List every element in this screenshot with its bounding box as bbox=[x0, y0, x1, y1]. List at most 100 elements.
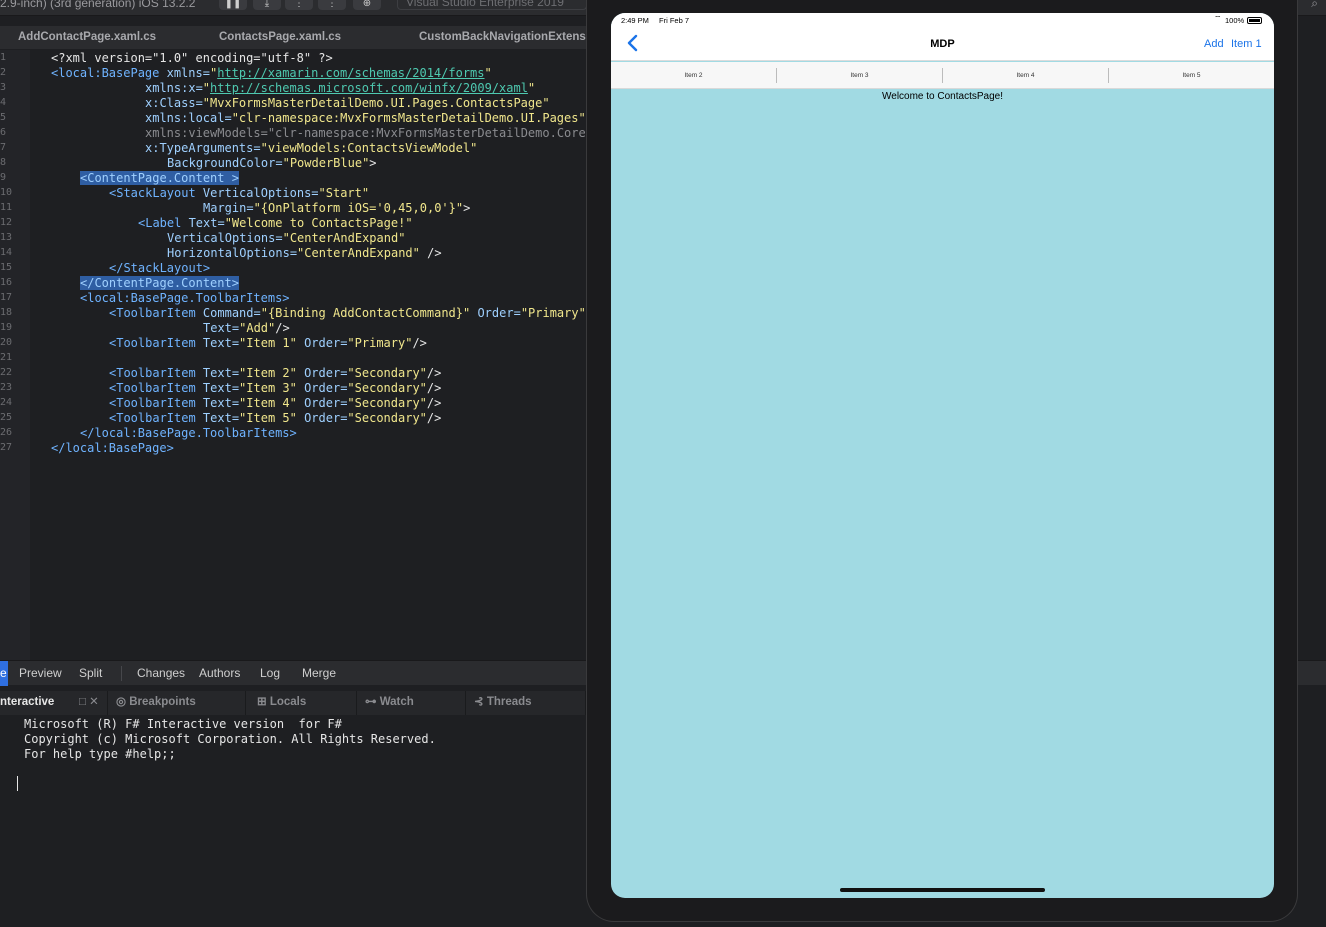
battery-icon bbox=[1247, 17, 1262, 24]
code-line: </StackLayout> bbox=[109, 261, 210, 276]
tab-label: nteractive bbox=[0, 696, 55, 708]
selected-code-text: <ContentPage.Content bbox=[80, 171, 225, 185]
code-text: <?xml version="1.0" encoding="utf-8" ?> bbox=[51, 51, 333, 65]
code-text: "Start" bbox=[318, 186, 370, 200]
code-text: Order= bbox=[296, 411, 348, 425]
code-text: <ToolbarItem bbox=[109, 366, 203, 380]
tab-contactspage[interactable]: ContactsPage.xaml.cs bbox=[201, 26, 341, 49]
toolbar-item-4[interactable]: Item 4 bbox=[943, 62, 1108, 89]
threads-icon: ⊰ bbox=[474, 696, 484, 708]
code-text: <ToolbarItem bbox=[109, 411, 203, 425]
tab-preview[interactable]: Preview bbox=[19, 661, 62, 686]
code-text: "viewModels:ContactsViewModel" bbox=[260, 141, 478, 155]
selected-code-text: </ContentPage.Content> bbox=[80, 276, 239, 290]
code-line: x:Class="MvxFormsMasterDetailDemo.UI.Pag… bbox=[145, 96, 550, 111]
code-line: <ToolbarItem Text="Item 1" Order="Primar… bbox=[109, 336, 427, 351]
tab-fsharp-interactive[interactable]: nteractive □ ✕ bbox=[0, 691, 108, 715]
fsharp-interactive-console[interactable]: Microsoft (R) F# Interactive version for… bbox=[0, 715, 586, 927]
document-tabs: AddContactPage.xaml.cs ContactsPage.xaml… bbox=[0, 26, 586, 49]
console-line: For help type #help;; bbox=[24, 747, 176, 761]
step-out-icon[interactable]: ⋮ bbox=[318, 0, 346, 10]
pause-icon[interactable]: ❚❚ bbox=[219, 0, 247, 10]
console-line: Microsoft (R) F# Interactive version for… bbox=[24, 717, 342, 731]
code-text: VerticalOptions= bbox=[167, 231, 283, 245]
tab-breakpoints[interactable]: ◎ Breakpoints bbox=[112, 691, 246, 715]
step-over-icon[interactable]: ⤓ bbox=[253, 0, 281, 10]
code-text: "Secondary" bbox=[347, 396, 427, 410]
tab-log[interactable]: Log bbox=[260, 661, 280, 686]
secondary-toolbar: Item 2 Item 3 Item 4 Item 5 bbox=[611, 62, 1274, 89]
item-1-button[interactable]: Item 1 bbox=[1231, 38, 1262, 50]
code-text: Margin= bbox=[203, 201, 254, 215]
code-text: </local:BasePage> bbox=[51, 441, 174, 455]
search-icon[interactable]: ⌕ bbox=[1311, 0, 1318, 11]
toolbar-item-2[interactable]: Item 2 bbox=[611, 62, 776, 89]
code-line: <ContentPage.Content > bbox=[80, 171, 239, 186]
home-indicator[interactable] bbox=[840, 888, 1045, 892]
toolbar-item-3[interactable]: Item 3 bbox=[777, 62, 942, 89]
toolbar-item-5[interactable]: Item 5 bbox=[1109, 62, 1274, 89]
code-text: Text= bbox=[188, 216, 225, 230]
code-text: xmlns:local= bbox=[145, 111, 232, 125]
code-line: <local:BasePage.ToolbarItems> bbox=[80, 291, 290, 306]
code-text: Text= bbox=[202, 366, 240, 380]
search-input[interactable]: Visual Studio Enterprise 2019 bbox=[397, 0, 587, 10]
tab-split[interactable]: Split bbox=[79, 661, 102, 686]
line-number: 6 bbox=[0, 127, 7, 138]
tab-changes[interactable]: Changes bbox=[137, 661, 185, 686]
step-into-icon[interactable]: ⋮ bbox=[285, 0, 313, 10]
code-text: xmlns= bbox=[166, 66, 210, 80]
line-number: 10 bbox=[0, 187, 13, 198]
tab-separator bbox=[121, 666, 122, 681]
code-text: "Welcome to ContactsPage!" bbox=[224, 216, 413, 230]
line-number: 18 bbox=[0, 307, 13, 318]
tab-watch[interactable]: ⊶ Watch bbox=[361, 691, 466, 715]
tab-custombacknavigation[interactable]: CustomBackNavigationExtens bbox=[401, 26, 586, 49]
code-text: "clr-namespace:MvxFormsMasterDetailDemo.… bbox=[231, 111, 586, 125]
status-bar: 2:49 PM Fri Feb 7 ⌔ 100% bbox=[611, 13, 1274, 27]
code-line: Margin="{OnPlatform iOS='0,45,0,0'}"> bbox=[203, 201, 470, 216]
editor-right-strip bbox=[1298, 50, 1326, 660]
ipad-screen[interactable]: 2:49 PM Fri Feb 7 ⌔ 100% MDP Add Item 1 … bbox=[611, 13, 1274, 898]
code-link[interactable]: http://xamarin.com/schemas/2014/forms bbox=[217, 66, 484, 80]
code-editor[interactable]: 1 2 3 4 5 6 7 8 9 10 11 12 13 14 15 16 1… bbox=[0, 50, 586, 660]
plus-circle-icon[interactable]: ⊕ bbox=[353, 0, 381, 10]
code-text: </StackLayout> bbox=[109, 261, 211, 275]
code-text: "Add" bbox=[239, 321, 276, 335]
code-text: /> bbox=[426, 366, 442, 380]
tab-authors[interactable]: Authors bbox=[199, 661, 240, 686]
code-text: <ToolbarItem bbox=[109, 381, 203, 395]
tab-merge[interactable]: Merge bbox=[302, 661, 336, 686]
tab-source[interactable]: e bbox=[0, 661, 7, 686]
code-line: <Label Text="Welcome to ContactsPage!" bbox=[138, 216, 413, 231]
line-number: 5 bbox=[0, 112, 7, 123]
code-text: <ToolbarItem bbox=[109, 336, 203, 350]
code-text: "clr-namespace:MvxFormsMasterDetailDemo.… bbox=[267, 126, 586, 140]
code-line: <StackLayout VerticalOptions="Start" bbox=[109, 186, 369, 201]
add-button[interactable]: Add bbox=[1204, 38, 1224, 50]
tab-label: Locals bbox=[269, 696, 307, 708]
line-number: 7 bbox=[0, 142, 7, 153]
code-text: <ToolbarItem bbox=[109, 396, 203, 410]
tab-threads[interactable]: ⊰ Threads bbox=[470, 691, 586, 715]
line-number: 12 bbox=[0, 217, 13, 228]
dock-close-icon[interactable]: □ ✕ bbox=[79, 691, 99, 714]
tab-addcontactpage[interactable]: AddContactPage.xaml.cs bbox=[0, 26, 156, 49]
device-selector[interactable]: 2.9-inch) (3rd generation) iOS 13.2.2 bbox=[0, 0, 210, 10]
tab-label: Threads bbox=[486, 696, 532, 708]
tab-locals[interactable]: ⊞ Locals bbox=[253, 691, 357, 715]
line-number: 2 bbox=[0, 67, 7, 78]
console-line: Copyright (c) Microsoft Corporation. All… bbox=[24, 732, 436, 746]
code-text: "MvxFormsMasterDetailDemo.UI.Pages.Conta… bbox=[202, 96, 550, 110]
code-link[interactable]: http://schemas.microsoft.com/winfx/2009/… bbox=[210, 81, 528, 95]
code-text: </local:BasePage.ToolbarItems> bbox=[80, 426, 297, 440]
tab-label: Breakpoints bbox=[129, 696, 196, 708]
wifi-icon: ⌔ bbox=[1214, 14, 1222, 23]
code-text: Text= bbox=[202, 396, 240, 410]
line-number: 9 bbox=[0, 172, 7, 183]
code-text: > bbox=[463, 201, 471, 215]
line-number: 15 bbox=[0, 262, 13, 273]
code-line: <ToolbarItem Command="{Binding AddContac… bbox=[109, 306, 586, 321]
code-text: x:TypeArguments= bbox=[145, 141, 261, 155]
page-title: MDP bbox=[930, 38, 955, 50]
